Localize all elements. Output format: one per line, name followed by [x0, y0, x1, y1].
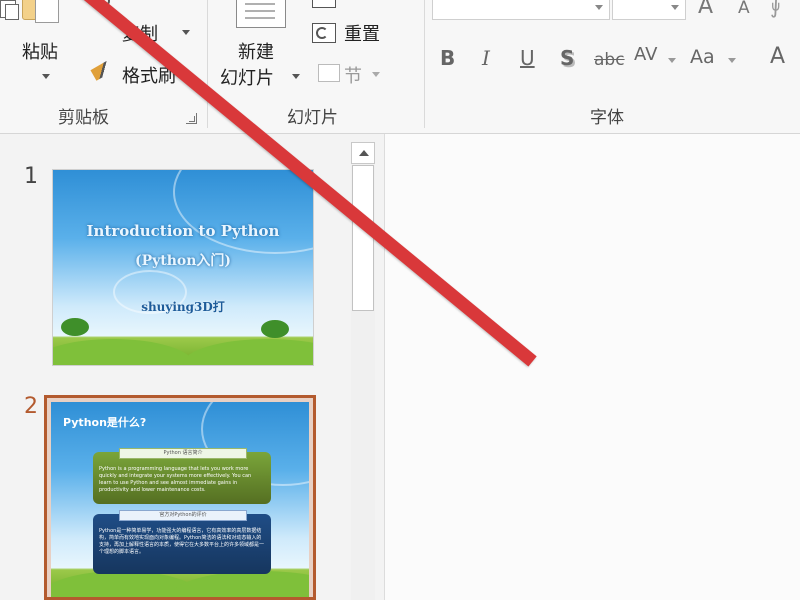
clear-format-button[interactable]: ⨚: [770, 0, 781, 19]
scrollbar-thumb[interactable]: [352, 165, 374, 311]
tree-decoration: [261, 320, 289, 338]
content-box-header: Python 语言简介: [119, 448, 247, 459]
tree-decoration: [61, 318, 89, 336]
font-size-combo[interactable]: [612, 0, 686, 20]
clipboard-group-label: 剪贴板: [58, 108, 109, 128]
group-divider: [207, 0, 208, 128]
chevron-down-icon: [671, 5, 679, 10]
slide-thumbnail-2[interactable]: Python是什么? Python 语言简介 Python is a progr…: [51, 402, 309, 597]
slide-subtitle: (Python入门): [134, 253, 232, 269]
scroll-up-arrow-icon[interactable]: [351, 142, 375, 164]
group-divider: [424, 0, 425, 128]
section-button[interactable]: 节: [344, 62, 362, 88]
chevron-down-icon[interactable]: [728, 58, 736, 63]
chevron-down-icon[interactable]: [668, 58, 676, 63]
strikethrough-button[interactable]: abc: [594, 50, 625, 70]
italic-button[interactable]: I: [482, 46, 490, 70]
slide-editor-area[interactable]: [385, 134, 800, 600]
format-painter-icon: [90, 59, 116, 81]
shadow-button[interactable]: S: [560, 46, 574, 70]
font-color-button[interactable]: A: [770, 44, 785, 69]
hill-decoration: [183, 339, 313, 365]
paste-icon[interactable]: [22, 0, 59, 23]
copy-icon: [0, 0, 16, 18]
new-slide-icon[interactable]: [236, 0, 286, 28]
reset-icon: [312, 23, 336, 43]
slide-thumbnail-1[interactable]: Introduction to Python (Python入门) shuyin…: [52, 169, 314, 366]
slide-title: Introduction to Python: [86, 222, 280, 240]
paste-dropdown-icon[interactable]: [42, 74, 50, 79]
grow-font-button[interactable]: A: [698, 0, 713, 19]
section-icon: [318, 64, 340, 82]
hill-decoration: [53, 339, 193, 365]
chevron-down-icon: [595, 5, 603, 10]
change-case-button[interactable]: Aa: [690, 46, 715, 68]
slide-number: 2: [24, 394, 38, 419]
copy-dropdown-icon[interactable]: [182, 30, 190, 35]
bold-button[interactable]: B: [440, 46, 455, 70]
section-dropdown-icon[interactable]: [372, 72, 380, 77]
new-slide-dropdown-icon[interactable]: [292, 74, 300, 79]
slide-title: Python是什么?: [63, 416, 147, 429]
hill-decoration: [171, 571, 309, 597]
new-slide-dropdown[interactable]: 幻灯片: [220, 64, 274, 90]
font-group-label: 字体: [590, 108, 624, 128]
content-box: 官方对Python的评价 Python是一种简单易学，功能强大的编程语言，它有高…: [93, 510, 271, 574]
layout-icon[interactable]: [312, 0, 336, 8]
slides-group-label: 幻灯片: [287, 108, 338, 128]
character-spacing-button[interactable]: AV: [634, 44, 657, 65]
content-box-text: Python is a programming language that le…: [99, 466, 252, 493]
font-name-combo[interactable]: [432, 0, 610, 20]
new-slide-label[interactable]: 新建: [238, 38, 274, 64]
swirl-decoration: [173, 170, 313, 254]
content-box: Python 语言简介 Python is a programming lang…: [93, 448, 271, 504]
slide-author: shuying3D打: [141, 300, 225, 314]
shrink-font-button[interactable]: A: [738, 0, 750, 18]
clipboard-dialog-launcher-icon[interactable]: [186, 113, 197, 124]
reset-button[interactable]: 重置: [344, 20, 380, 46]
slide-number: 1: [24, 164, 38, 189]
content-box-text: Python是一种简单易学，功能强大的编程语言，它有高效率的高层数据结构，简单而…: [99, 528, 265, 555]
paste-button[interactable]: 粘贴: [22, 38, 58, 64]
underline-button[interactable]: U: [520, 46, 535, 70]
content-box-header: 官方对Python的评价: [119, 510, 247, 521]
